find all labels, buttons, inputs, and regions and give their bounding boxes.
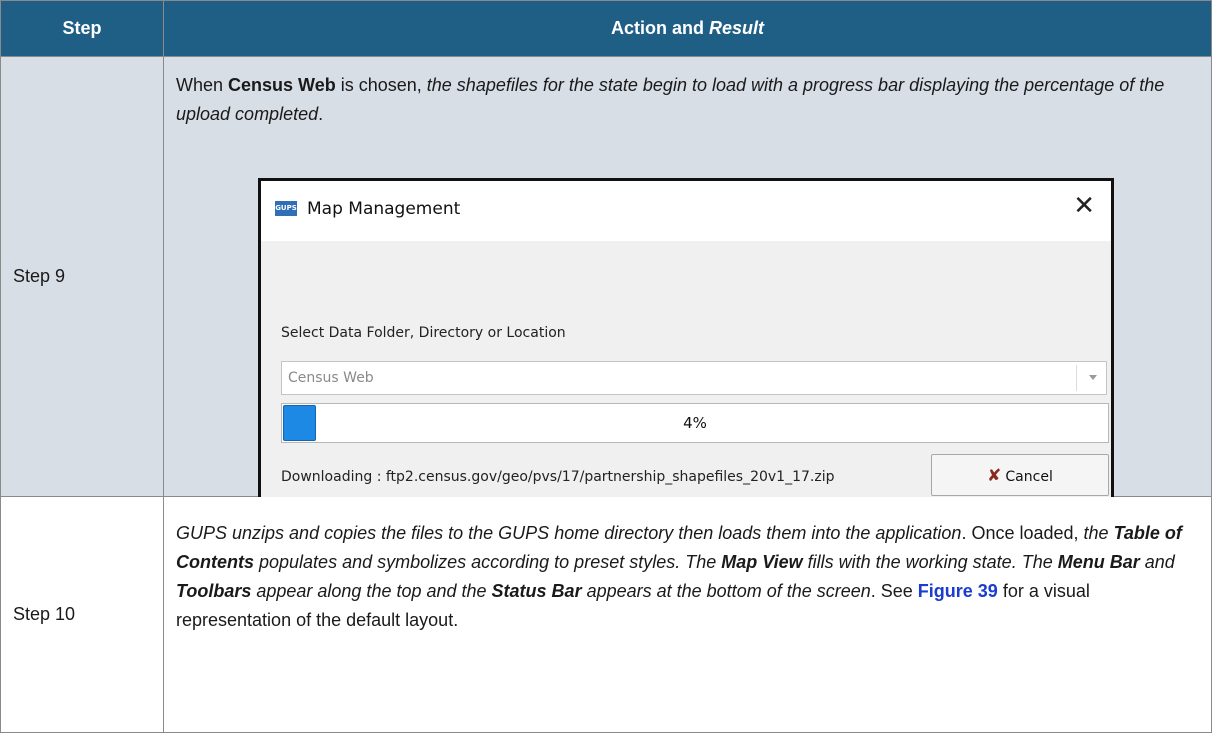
location-combobox-value: Census Web (288, 370, 374, 386)
select-location-label: Select Data Folder, Directory or Locatio… (281, 325, 566, 341)
text-run: . Once loaded, (961, 523, 1084, 543)
term-menu-bar: Menu Bar (1057, 552, 1140, 572)
close-icon[interactable]: ✕ (1073, 193, 1095, 219)
term-map-view: Map View (721, 552, 803, 572)
text-run: is chosen, (335, 75, 427, 95)
steps-table: Step Action and Result Step 9 When Censu… (0, 0, 1212, 733)
text-run: . See (870, 581, 918, 601)
location-combobox[interactable]: Census Web (281, 361, 1107, 395)
cancel-button-content: ✘ Cancel (932, 466, 1108, 486)
header-step: Step (0, 0, 164, 57)
term-toolbars: Toolbars (176, 581, 252, 601)
text-run-italic: GUPS unzips and copies the files to the … (176, 523, 962, 543)
combo-divider (1076, 365, 1077, 391)
cancel-button-label: Cancel (1005, 469, 1053, 485)
text-run-italic: fills with the working state. The (802, 552, 1058, 572)
text-run-italic: the (1083, 523, 1114, 543)
header-result-text: Result (708, 18, 764, 38)
step-9-paragraph: When Census Web is chosen, the shapefile… (176, 71, 1199, 129)
cancel-button[interactable]: ✘ Cancel (931, 454, 1109, 496)
text-run-italic: and (1139, 552, 1175, 572)
text-run-italic: appear along the top and the (251, 581, 492, 601)
step-cell: Step 10 (0, 496, 164, 733)
text-run-italic: populates and symbolizes according to pr… (254, 552, 722, 572)
term-status-bar: Status Bar (491, 581, 582, 601)
gups-logo-icon: GUPS (275, 201, 297, 216)
action-cell: GUPS unzips and copies the files to the … (163, 496, 1212, 733)
progress-percent: 4% (683, 414, 707, 432)
map-management-dialog: GUPS Map Management ✕ Select Data Folder… (258, 178, 1114, 510)
table-header-row: Step Action and Result (0, 0, 1212, 57)
action-cell: When Census Web is chosen, the shapefile… (163, 56, 1212, 510)
table-row: Step 9 When Census Web is chosen, the sh… (0, 56, 1212, 510)
dialog-title: Map Management (307, 199, 461, 219)
step-cell: Step 9 (0, 56, 164, 497)
cancel-x-icon: ✘ (987, 466, 1002, 486)
text-run: . (318, 104, 324, 124)
header-action-result: Action and Result (163, 0, 1212, 57)
step-10-paragraph: GUPS unzips and copies the files to the … (176, 519, 1199, 635)
text-run: When (176, 75, 229, 95)
text-run-bold: Census Web (228, 75, 336, 95)
table-row: Step 10 GUPS unzips and copies the files… (0, 496, 1212, 733)
download-progress-bar: 4% (281, 403, 1109, 443)
header-action-text: Action and (610, 18, 709, 38)
dialog-title-bar: GUPS Map Management ✕ (261, 181, 1111, 241)
figure-39-link[interactable]: Figure 39 (918, 581, 998, 601)
chevron-down-icon[interactable] (1089, 375, 1097, 380)
text-run-italic: appears at the bottom of the screen (581, 581, 871, 601)
download-status: Downloading : ftp2.census.gov/geo/pvs/17… (281, 469, 835, 485)
